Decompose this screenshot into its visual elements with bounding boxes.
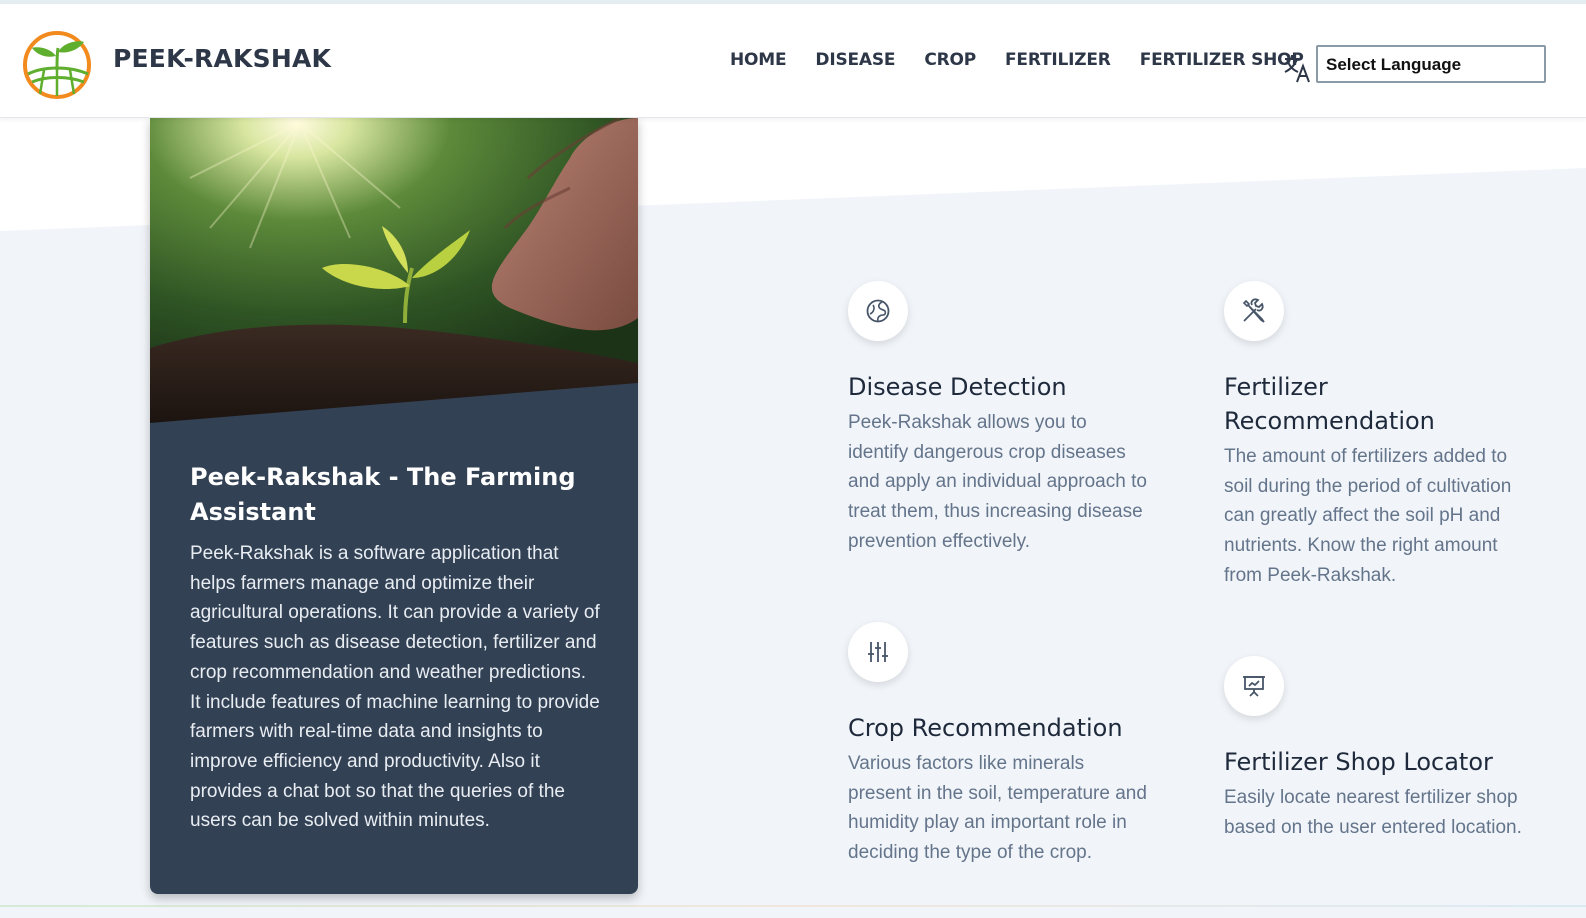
- site-header: PEEK-RAKSHAK HOME DISEASE CROP FERTILIZE…: [0, 4, 1586, 118]
- translate-icon: [1284, 55, 1310, 83]
- nav-home[interactable]: HOME: [730, 50, 787, 70]
- feature-text: Easily locate nearest fertilizer shop ba…: [1224, 787, 1522, 838]
- nav-crop[interactable]: CROP: [924, 50, 976, 70]
- brand-name[interactable]: PEEK-RAKSHAK: [113, 44, 331, 73]
- bottom-border: [0, 905, 1586, 907]
- feature-disease-detection: Disease Detection Peek-Rakshak allows yo…: [848, 281, 1148, 557]
- feature-fertilizer-recommendation: Fertilizer Recommendation The amount of …: [1224, 281, 1524, 591]
- sliders-icon: [848, 622, 908, 682]
- nav-disease[interactable]: DISEASE: [815, 50, 895, 70]
- presentation-chart-icon: [1224, 656, 1284, 716]
- feature-title: Disease Detection: [848, 373, 1067, 401]
- feature-fertilizer-shop-locator: Fertilizer Shop Locator Easily locate ne…: [1224, 656, 1524, 842]
- seedling-photo: [150, 118, 638, 423]
- main-nav: HOME DISEASE CROP FERTILIZER FERTILIZER …: [730, 50, 1333, 70]
- globe-icon: [848, 281, 908, 341]
- feature-text: The amount of fertilizers added to soil …: [1224, 446, 1512, 586]
- card-title: Peek-Rakshak - The Farming Assistant: [190, 463, 576, 526]
- language-select[interactable]: Select Language: [1316, 45, 1546, 83]
- card-description: Peek-Rakshak is a software application t…: [190, 543, 600, 832]
- feature-title: Fertilizer Recommendation: [1224, 373, 1435, 435]
- hero-card: Peek-Rakshak - The Farming Assistant Pee…: [150, 118, 638, 894]
- feature-text: Peek-Rakshak allows you to identify dang…: [848, 412, 1147, 552]
- feature-title: Crop Recommendation: [848, 714, 1123, 742]
- feature-title: Fertilizer Shop Locator: [1224, 748, 1493, 776]
- nav-fertilizer-shop[interactable]: FERTILIZER SHOP: [1140, 50, 1304, 70]
- feature-text: Various factors like minerals present in…: [848, 753, 1147, 864]
- logo-icon[interactable]: [22, 30, 92, 100]
- nav-fertilizer[interactable]: FERTILIZER: [1005, 50, 1111, 70]
- tools-icon: [1224, 281, 1284, 341]
- feature-crop-recommendation: Crop Recommendation Various factors like…: [848, 622, 1148, 868]
